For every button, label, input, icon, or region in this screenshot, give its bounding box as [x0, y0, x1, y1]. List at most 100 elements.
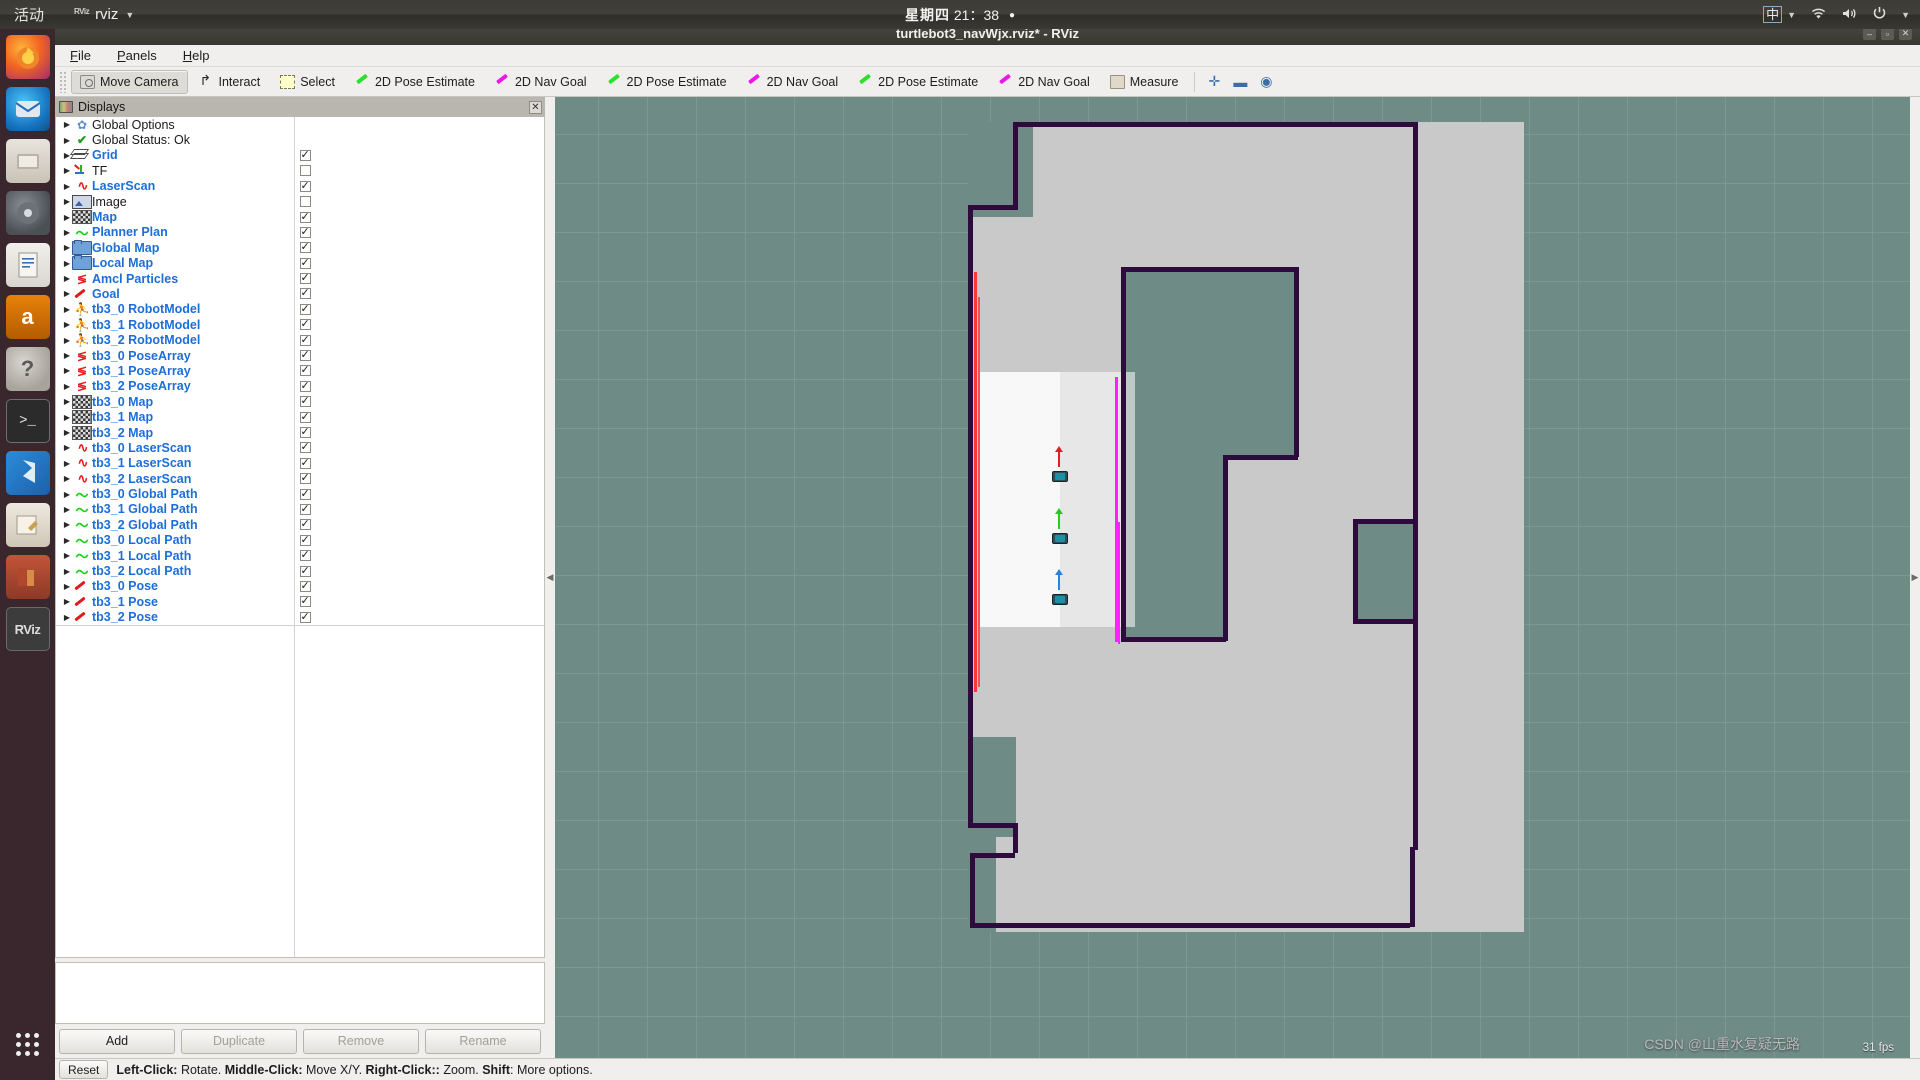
tree-item-tb3-1-laserscan[interactable]: ▶ tb3_1 LaserScan — [56, 456, 544, 471]
tree-item-tb3-1-posearray[interactable]: ▶ tb3_1 PoseArray — [56, 363, 544, 378]
expand-arrow-icon[interactable]: ▶ — [56, 428, 72, 437]
clock[interactable]: 星期四 21：38 ● — [0, 5, 1920, 25]
power-chevron-down-icon[interactable]: ▼ — [1901, 10, 1910, 20]
tree-item-tb3-2-posearray[interactable]: ▶ tb3_2 PoseArray — [56, 379, 544, 394]
tool-properties-icon[interactable]: ◉ — [1254, 71, 1278, 93]
expand-arrow-icon[interactable]: ▶ — [56, 551, 72, 560]
enable-checkbox[interactable] — [299, 302, 311, 315]
launcher-item-rhythmbox[interactable] — [5, 191, 50, 235]
enable-checkbox[interactable] — [299, 410, 311, 423]
toolbar-drag-handle[interactable] — [59, 70, 67, 93]
tree-item-tb3-2-robotmodel[interactable]: ▶ tb3_2 RobotModel — [56, 332, 544, 347]
render-panel[interactable]: CSDN @山重水复疑无路 31 fps ▶ — [555, 97, 1920, 1058]
tree-item-map[interactable]: ▶ Map — [56, 209, 544, 225]
tool-measure[interactable]: Measure — [1101, 70, 1188, 94]
expand-arrow-icon[interactable]: ▶ — [56, 413, 72, 422]
enable-checkbox[interactable] — [299, 610, 311, 623]
expand-arrow-icon[interactable]: ▶ — [56, 397, 72, 406]
tree-item-tb3-1-global-path[interactable]: ▶ tb3_1 Global Path — [56, 502, 544, 517]
launcher-item-rviz[interactable]: RViz — [5, 607, 50, 651]
tree-item-global-status-ok[interactable]: ▶ Global Status: Ok — [56, 132, 544, 147]
activities-button[interactable]: 活动 — [14, 4, 44, 25]
dock-splitter-right[interactable]: ▶ — [1910, 97, 1920, 1058]
expand-arrow-icon[interactable]: ▶ — [56, 351, 72, 360]
enable-checkbox[interactable] — [299, 517, 311, 531]
3d-viewport[interactable]: CSDN @山重水复疑无路 31 fps — [555, 97, 1910, 1058]
expand-arrow-icon[interactable]: ▶ — [56, 443, 72, 452]
add-tool-icon[interactable]: ✛ — [1202, 71, 1226, 93]
tool-2d-pose-estimate-3[interactable]: 2D Pose Estimate — [849, 70, 987, 94]
launcher-item-books[interactable] — [5, 555, 50, 599]
tree-item-tb3-1-map[interactable]: ▶ tb3_1 Map — [56, 409, 544, 425]
tool-2d-pose-estimate-2[interactable]: 2D Pose Estimate — [598, 70, 736, 94]
tool-move-camera[interactable]: Move Camera — [71, 69, 188, 94]
enable-checkbox[interactable] — [299, 502, 311, 515]
enable-checkbox[interactable] — [299, 240, 311, 254]
launcher-item-firefox[interactable] — [5, 35, 50, 79]
enable-checkbox[interactable] — [299, 165, 311, 177]
tree-item-goal[interactable]: ▶ Goal — [56, 286, 544, 301]
expand-arrow-icon[interactable]: ▶ — [56, 120, 72, 129]
enable-checkbox[interactable] — [299, 425, 311, 438]
enable-checkbox[interactable] — [299, 548, 311, 562]
expand-arrow-icon[interactable]: ▶ — [56, 228, 72, 237]
launcher-item-thunderbird[interactable] — [5, 87, 50, 131]
enable-checkbox[interactable] — [299, 594, 311, 608]
expand-arrow-icon[interactable]: ▶ — [56, 289, 72, 298]
expand-arrow-icon[interactable]: ▶ — [56, 243, 72, 252]
launcher-item-libreoffice-writer[interactable] — [5, 243, 50, 287]
tree-item-laserscan[interactable]: ▶ LaserScan — [56, 179, 544, 194]
tree-item-tb3-0-local-path[interactable]: ▶ tb3_0 Local Path — [56, 533, 544, 548]
tree-item-tb3-0-posearray[interactable]: ▶ tb3_0 PoseArray — [56, 348, 544, 363]
expand-arrow-icon[interactable]: ▶ — [56, 490, 72, 499]
tree-item-tb3-1-pose[interactable]: ▶ tb3_1 Pose — [56, 594, 544, 609]
enable-checkbox[interactable] — [299, 348, 311, 362]
tool-2d-nav-goal-1[interactable]: 2D Nav Goal — [486, 70, 596, 94]
launcher-item-text-editor[interactable] — [5, 503, 50, 547]
tree-item-tf[interactable]: ▶ TF — [56, 163, 544, 178]
enable-checkbox[interactable] — [299, 363, 311, 377]
close-icon[interactable]: ✕ — [529, 100, 542, 114]
enable-checkbox[interactable] — [299, 394, 311, 408]
enable-checkbox[interactable] — [299, 579, 311, 592]
tree-item-tb3-0-pose[interactable]: ▶ tb3_0 Pose — [56, 579, 544, 594]
tree-item-tb3-2-pose[interactable]: ▶ tb3_2 Pose — [56, 610, 544, 625]
expand-arrow-icon[interactable]: ▶ — [56, 520, 72, 529]
enable-checkbox[interactable] — [299, 179, 311, 192]
tree-item-tb3-0-global-path[interactable]: ▶ tb3_0 Global Path — [56, 486, 544, 501]
enable-checkbox[interactable] — [299, 210, 311, 223]
tree-item-tb3-1-robotmodel[interactable]: ▶ tb3_1 RobotModel — [56, 317, 544, 332]
menu-panels[interactable]: Panels — [112, 47, 162, 64]
expand-arrow-icon[interactable]: ▶ — [56, 505, 72, 514]
enable-checkbox[interactable] — [299, 271, 311, 285]
enable-checkbox[interactable] — [299, 196, 311, 208]
expand-arrow-icon[interactable]: ▶ — [56, 536, 72, 545]
power-icon[interactable] — [1872, 6, 1887, 23]
enable-checkbox[interactable] — [299, 456, 311, 469]
menu-help[interactable]: Help — [178, 47, 215, 64]
app-menu-name[interactable]: rviz — [95, 6, 118, 23]
launcher-item-vscode[interactable] — [5, 451, 50, 495]
enable-checkbox[interactable] — [299, 533, 311, 546]
tree-item-tb3-1-local-path[interactable]: ▶ tb3_1 Local Path — [56, 548, 544, 563]
launcher-item-files[interactable] — [5, 139, 50, 183]
remove-tool-icon[interactable]: ▬ — [1228, 71, 1252, 93]
expand-arrow-icon[interactable]: ▶ — [56, 613, 72, 622]
enable-checkbox[interactable] — [299, 225, 311, 238]
launcher-item-terminal[interactable]: >_ — [5, 399, 50, 443]
volume-icon[interactable] — [1841, 7, 1858, 23]
enable-checkbox[interactable] — [299, 471, 311, 485]
tool-2d-nav-goal-3[interactable]: 2D Nav Goal — [989, 70, 1099, 94]
tree-item-tb3-2-laserscan[interactable]: ▶ tb3_2 LaserScan — [56, 471, 544, 486]
expand-arrow-icon[interactable]: ▶ — [56, 136, 72, 145]
reset-button[interactable]: Reset — [59, 1060, 109, 1079]
expand-arrow-icon[interactable]: ▶ — [56, 382, 72, 391]
tree-item-grid[interactable]: ▶ Grid — [56, 148, 544, 163]
enable-checkbox[interactable] — [299, 440, 311, 454]
expand-arrow-icon[interactable]: ▶ — [56, 597, 72, 606]
tree-item-image[interactable]: ▶ Image — [56, 194, 544, 209]
expand-arrow-icon[interactable]: ▶ — [56, 567, 72, 576]
tool-2d-pose-estimate-1[interactable]: 2D Pose Estimate — [346, 70, 484, 94]
tree-item-tb3-0-robotmodel[interactable]: ▶ tb3_0 RobotModel — [56, 302, 544, 317]
expand-arrow-icon[interactable]: ▶ — [56, 182, 72, 191]
